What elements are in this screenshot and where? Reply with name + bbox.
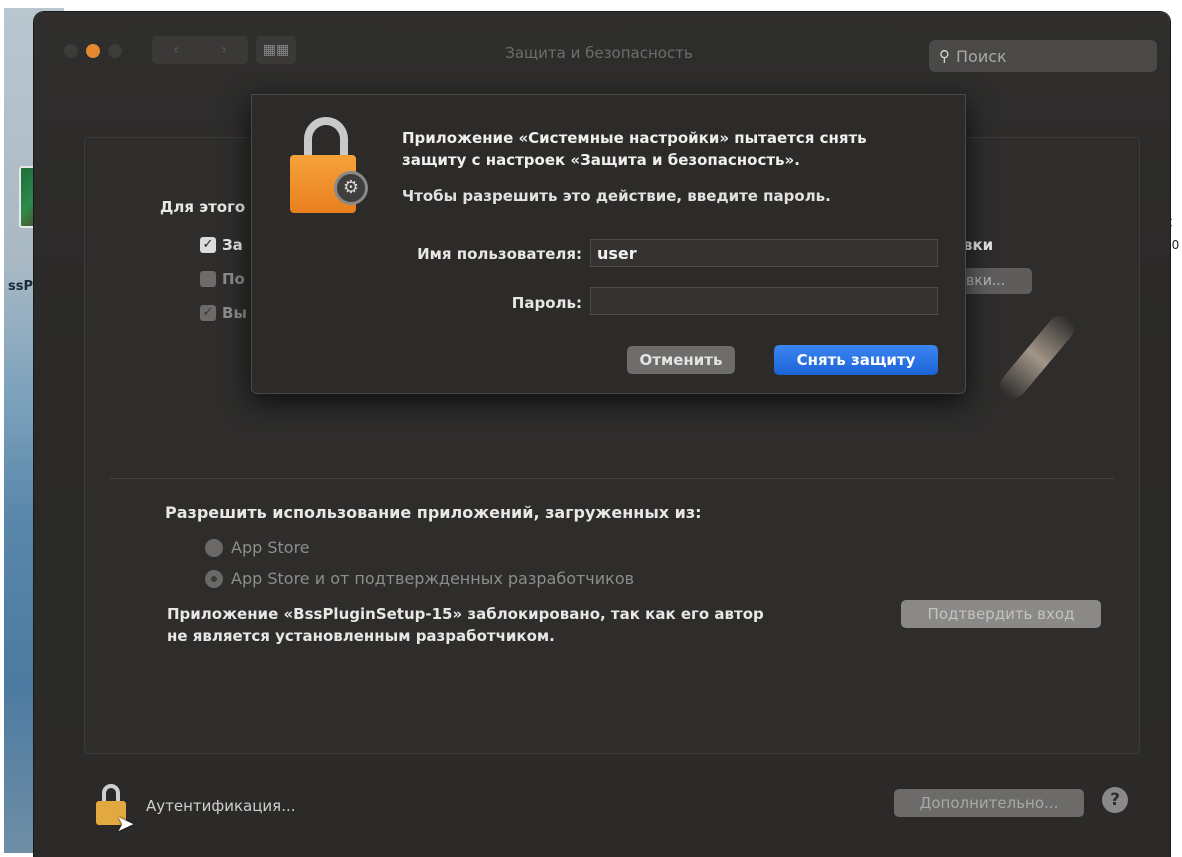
open-anyway-button[interactable]: Подтвердить вход [901,600,1101,628]
section-divider [110,478,1114,479]
radio-button [205,538,223,557]
unlock-button[interactable]: Снять защиту [774,345,938,375]
dialog-message: Приложение «Системные настройки» пытаетс… [402,127,942,171]
settings-fragment-button[interactable]: вки... [960,268,1032,294]
back-forward-buttons[interactable]: ‹ › [152,36,248,64]
window-title: Защита и безопасность [505,44,693,62]
checkbox-label: Вы [222,304,247,322]
password-label: Пароль: [511,294,582,312]
minimize-window-button[interactable] [86,44,100,58]
gear-icon: ⚙ [334,171,368,205]
zoom-window-button[interactable] [108,44,122,58]
mouse-cursor-icon: ➤ [116,812,135,837]
checkbox-row: ✓ Вы [200,304,247,322]
checkmark-icon: ✓ [200,305,216,321]
show-all-grid-icon[interactable]: ▦▦ [256,36,296,64]
checkbox-empty [200,271,216,287]
username-label: Имя пользователя: [417,245,582,263]
chevron-right-icon[interactable]: › [221,42,227,58]
radio-button-selected [205,569,223,588]
password-field[interactable] [590,287,938,315]
checkmark-icon[interactable]: ✓ [200,237,216,253]
radio-app-store-identified: App Store и от подтвержденных разработчи… [205,569,634,588]
chevron-left-icon[interactable]: ‹ [173,42,179,58]
title-bar: ‹ › ▦▦ Защита и безопасность ⚲ Поиск [34,12,1170,100]
settings-fragment-text: вки [963,236,994,254]
lock-icon: ⚙ [290,117,370,213]
dialog-info-text: Чтобы разрешить это действие, введите па… [402,187,831,205]
checkbox-row[interactable]: ✓ За [200,236,243,254]
search-icon: ⚲ [939,47,950,65]
allow-apps-label: Разрешить использование приложений, загр… [165,503,702,522]
cancel-button[interactable]: Отменить [627,346,735,374]
checkbox-row: По [200,270,245,288]
blocked-message-line: Приложение «BssPluginSetup-15» заблокиро… [167,605,764,623]
preferences-window: ‹ › ▦▦ Защита и безопасность ⚲ Поиск Для… [34,12,1170,857]
blocked-app-message: Приложение «BssPluginSetup-15» заблокиро… [167,603,817,647]
password-section-label: Для этого [160,198,246,216]
radio-label: App Store и от подтвержденных разработчи… [231,569,635,588]
dialog-message-line: защиту с настроек «Защита и безопасность… [402,151,800,169]
advanced-button[interactable]: Дополнительно... [894,789,1084,817]
help-button[interactable]: ? [1102,787,1128,813]
authentication-label[interactable]: Аутентификация... [146,797,296,815]
dialog-message-line: Приложение «Системные настройки» пытаетс… [402,129,867,147]
search-field[interactable]: ⚲ Поиск [929,40,1157,72]
radio-app-store: App Store [205,538,310,557]
search-placeholder: Поиск [956,46,1007,66]
checkbox-label: За [222,236,243,254]
radio-label: App Store [231,538,310,557]
checkbox-label: По [222,270,245,288]
username-field[interactable] [590,239,938,267]
close-window-button[interactable] [64,44,78,58]
blocked-message-line: не является установленным разработчиком. [167,627,555,645]
authentication-dialog: ⚙ Приложение «Системные настройки» пытае… [251,94,966,394]
